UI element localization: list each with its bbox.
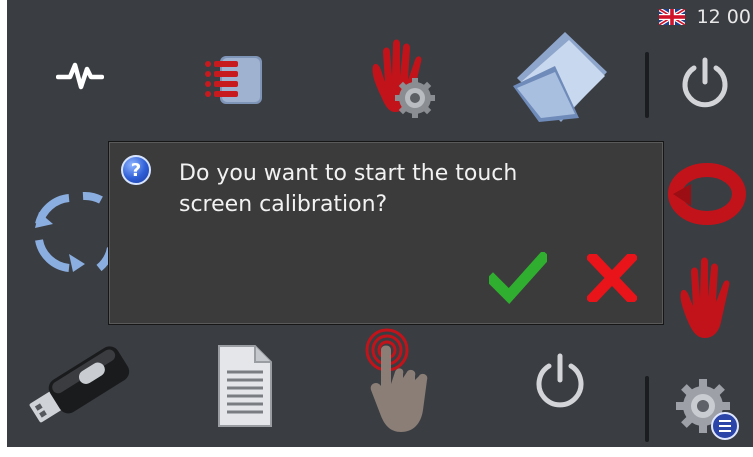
dialog-message-line: Do you want to start the touch — [179, 161, 518, 186]
settings-button[interactable] — [673, 374, 741, 442]
touch-icon — [365, 328, 428, 432]
hand-icon — [680, 257, 730, 338]
cross-icon — [585, 250, 639, 306]
status-bar: 12 00 — [658, 0, 753, 34]
folder-icon — [513, 32, 607, 122]
question-icon: ? — [121, 155, 151, 185]
refresh-icon — [35, 191, 115, 272]
divider — [645, 52, 649, 118]
clock: 12 00 — [696, 6, 751, 28]
hand-button[interactable] — [675, 250, 737, 342]
usb-drive-button[interactable] — [21, 340, 139, 432]
uk-flag-icon[interactable] — [658, 9, 685, 25]
shutdown-button[interactable] — [529, 346, 591, 412]
list-icon — [205, 56, 262, 104]
touch-screen: 12 00 ? Do you want to start the touch s… — [7, 0, 753, 447]
dialog-message: Do you want to start the touch screen ca… — [179, 158, 599, 220]
document-icon — [218, 345, 272, 427]
dialog-message-line: screen calibration? — [179, 192, 388, 217]
refresh-button[interactable] — [31, 188, 117, 276]
power-icon — [682, 57, 728, 108]
divider — [645, 376, 649, 442]
shutdown-icon — [536, 353, 584, 408]
usb-drive-icon — [29, 346, 130, 423]
cancel-button[interactable] — [585, 250, 639, 306]
hand-settings-icon — [372, 39, 435, 118]
touch-button[interactable] — [357, 326, 435, 436]
signal-icon — [56, 62, 104, 90]
settings-icon — [676, 379, 739, 440]
power-button[interactable] — [675, 52, 735, 112]
signal-button[interactable] — [55, 50, 105, 100]
hand-settings-button[interactable] — [365, 36, 441, 122]
rotate-button[interactable] — [665, 160, 749, 230]
confirm-button[interactable] — [485, 250, 551, 305]
rotate-icon — [668, 163, 746, 225]
document-button[interactable] — [209, 344, 281, 428]
checkmark-icon — [485, 250, 551, 305]
calibration-dialog: ? Do you want to start the touch screen … — [108, 141, 664, 325]
list-button[interactable] — [197, 48, 269, 112]
folder-button[interactable] — [509, 26, 615, 126]
